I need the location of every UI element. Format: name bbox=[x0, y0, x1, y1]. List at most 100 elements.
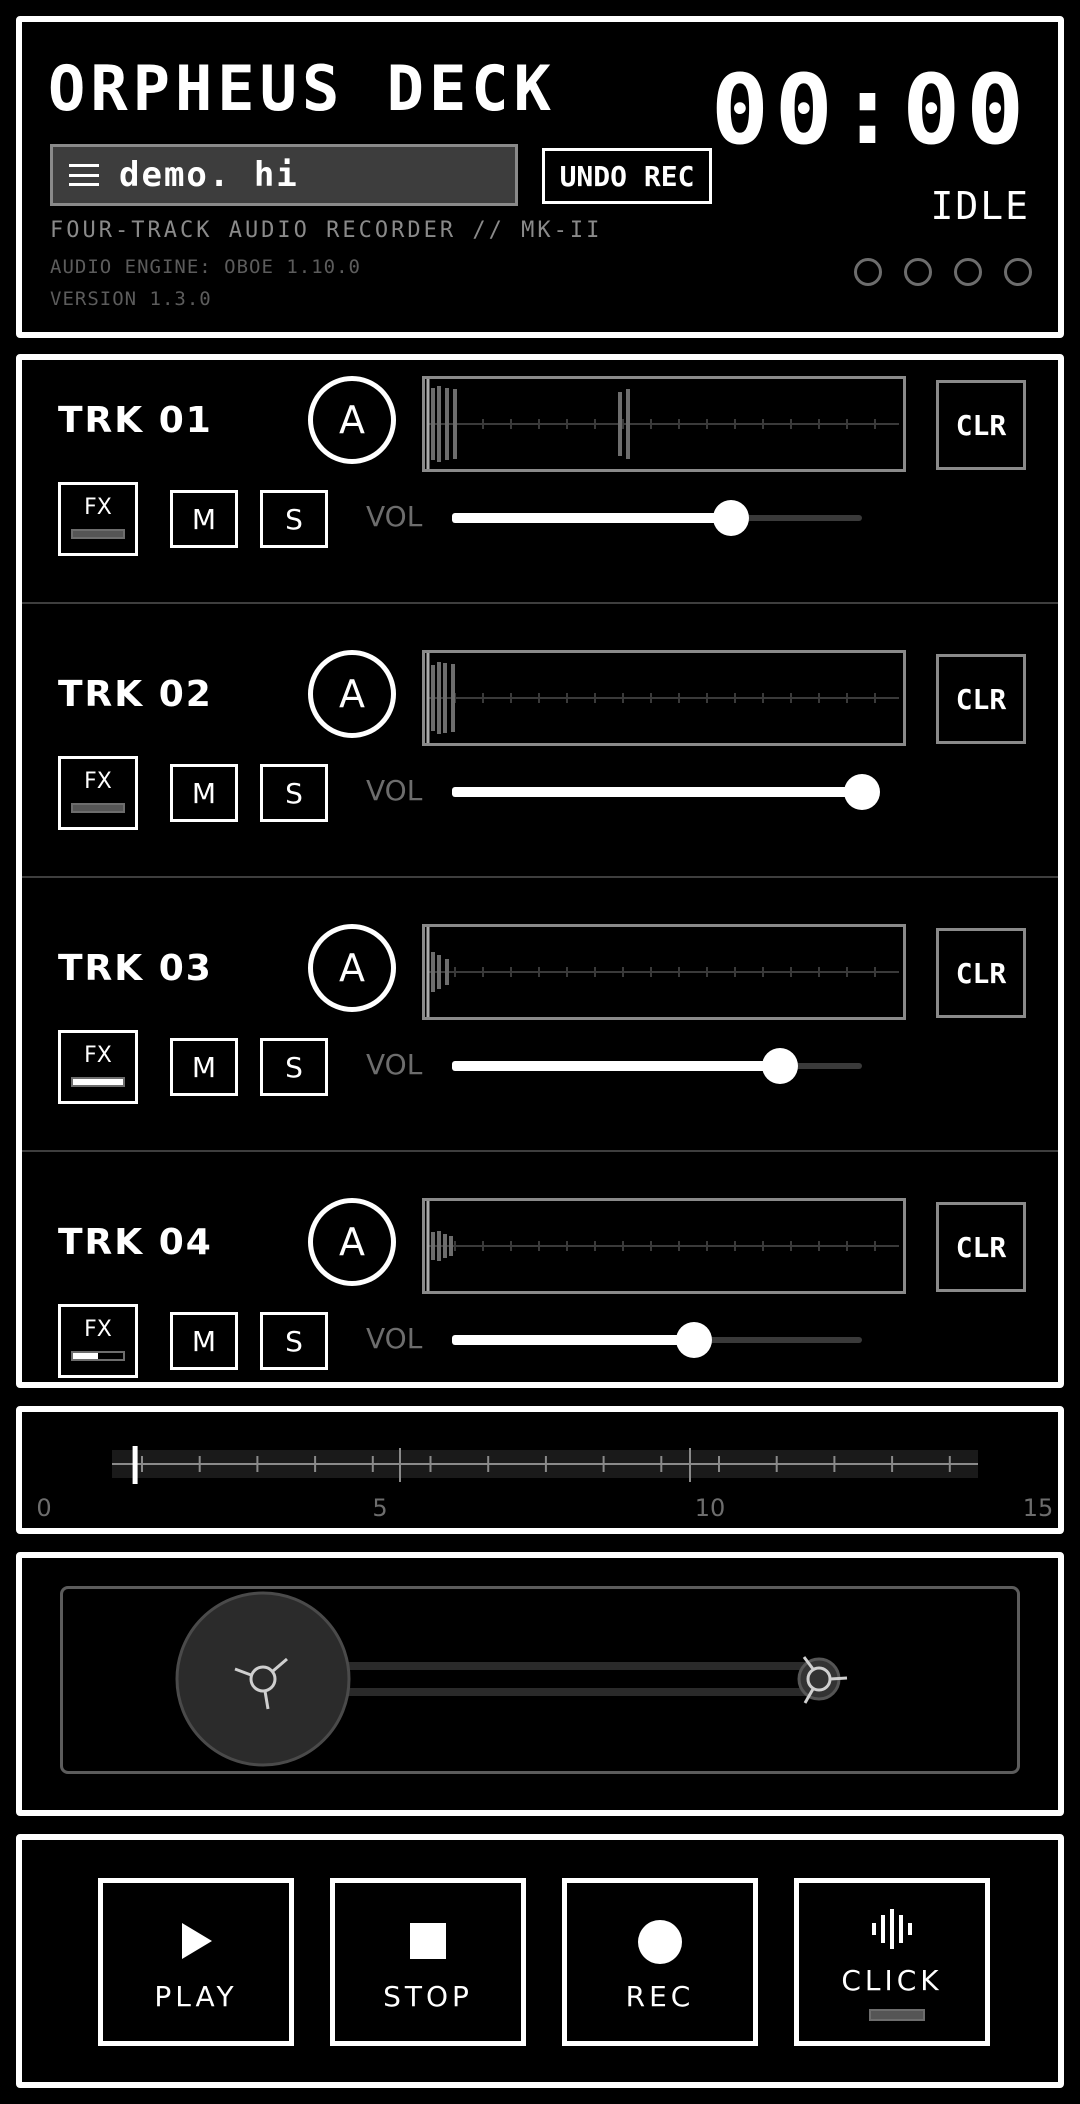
volume-slider[interactable] bbox=[452, 774, 880, 810]
app-subtitle: FOUR-TRACK AUDIO RECORDER // MK-II bbox=[50, 218, 603, 243]
waveform-display[interactable] bbox=[422, 376, 906, 472]
fx-level-bar bbox=[71, 1351, 125, 1361]
solo-button[interactable]: S bbox=[260, 764, 328, 822]
track-indicators bbox=[854, 258, 1032, 286]
track-name: TRK 01 bbox=[58, 400, 213, 441]
volume-knob[interactable] bbox=[675, 1322, 712, 1358]
track-row: TRK 01 A CLR FX M S VOL bbox=[22, 360, 1058, 634]
fx-button[interactable]: FX bbox=[58, 1030, 138, 1104]
clear-button[interactable]: CLR bbox=[936, 928, 1026, 1018]
fx-label: FX bbox=[84, 1043, 112, 1068]
solo-button[interactable]: S bbox=[260, 1312, 328, 1370]
waveform-display[interactable] bbox=[422, 650, 906, 746]
fx-label: FX bbox=[84, 495, 112, 520]
timeline-tick-label: 0 bbox=[36, 1494, 51, 1522]
solo-button[interactable]: S bbox=[260, 1038, 328, 1096]
track-indicator-dot bbox=[954, 258, 982, 286]
tape-reels-display bbox=[60, 1586, 1020, 1774]
arm-button[interactable]: A bbox=[308, 376, 396, 464]
solo-button[interactable]: S bbox=[260, 490, 328, 548]
play-button[interactable]: PLAY bbox=[98, 1878, 294, 2046]
waveform bbox=[426, 653, 899, 743]
timeline-tick-label: 15 bbox=[1023, 1494, 1054, 1522]
track-name: TRK 03 bbox=[58, 948, 213, 989]
click-label: CLICK bbox=[841, 1964, 943, 1997]
waveform-display[interactable] bbox=[422, 1198, 906, 1294]
volume-fill bbox=[452, 1335, 694, 1345]
fx-button[interactable]: FX bbox=[58, 756, 138, 830]
track-name: TRK 02 bbox=[58, 674, 213, 715]
fx-level-bar bbox=[71, 529, 125, 539]
clear-button[interactable]: CLR bbox=[936, 380, 1026, 470]
fx-button[interactable]: FX bbox=[58, 1304, 138, 1378]
click-button[interactable]: CLICK bbox=[794, 1878, 990, 2046]
waveform bbox=[426, 1201, 899, 1291]
header-panel: ORPHEUS DECK demo. hi UNDO REC FOUR-TRAC… bbox=[16, 16, 1064, 338]
rec-button[interactable]: REC bbox=[562, 1878, 758, 2046]
transport-panel: PLAY STOP REC CLICK bbox=[16, 1834, 1064, 2088]
timeline-panel[interactable]: 0 5 10 15 bbox=[16, 1406, 1064, 1534]
mute-button[interactable]: M bbox=[170, 1312, 238, 1370]
fx-label: FX bbox=[84, 769, 112, 794]
track-indicator-dot bbox=[904, 258, 932, 286]
clear-button[interactable]: CLR bbox=[936, 1202, 1026, 1292]
volume-label: VOL bbox=[366, 1322, 423, 1355]
track-row: TRK 03 A CLR FX M S VOL bbox=[22, 908, 1058, 1182]
fx-button[interactable]: FX bbox=[58, 482, 138, 556]
tape-reels-panel bbox=[16, 1552, 1064, 1816]
track-indicator-dot bbox=[854, 258, 882, 286]
fx-level-fill bbox=[73, 1353, 98, 1359]
file-selector[interactable]: demo. hi bbox=[50, 144, 518, 206]
status-label: IDLE bbox=[930, 184, 1030, 228]
clear-button[interactable]: CLR bbox=[936, 654, 1026, 744]
volume-fill bbox=[452, 1061, 780, 1071]
volume-fill bbox=[452, 787, 862, 797]
volume-label: VOL bbox=[366, 774, 423, 807]
volume-fill bbox=[452, 513, 731, 523]
volume-slider[interactable] bbox=[452, 1322, 862, 1358]
engine-info: AUDIO ENGINE: OBOE 1.10.0 bbox=[50, 256, 361, 278]
timeline-tick-label: 5 bbox=[372, 1494, 387, 1522]
volume-knob[interactable] bbox=[712, 500, 749, 536]
waveform-display[interactable] bbox=[422, 924, 906, 1020]
timeline-ruler[interactable]: 0 5 10 15 bbox=[22, 1412, 1058, 1528]
stop-label: STOP bbox=[383, 1980, 473, 2013]
fx-level-bar bbox=[71, 803, 125, 813]
arm-button[interactable]: A bbox=[308, 1198, 396, 1286]
stop-button[interactable]: STOP bbox=[330, 1878, 526, 2046]
mute-button[interactable]: M bbox=[170, 764, 238, 822]
waveform bbox=[426, 927, 899, 1017]
fx-level-fill bbox=[73, 1079, 123, 1085]
mute-button[interactable]: M bbox=[170, 1038, 238, 1096]
version-info: VERSION 1.3.0 bbox=[50, 288, 212, 310]
timeline-tick-label: 10 bbox=[695, 1494, 726, 1522]
supply-reel[interactable] bbox=[175, 1591, 351, 1767]
track-indicator-dot bbox=[1004, 258, 1032, 286]
rec-label: REC bbox=[625, 1980, 695, 2013]
track-divider bbox=[22, 876, 1058, 878]
volume-label: VOL bbox=[366, 1048, 423, 1081]
tape-reels-graphic bbox=[175, 1591, 848, 1767]
play-label: PLAY bbox=[154, 1980, 238, 2013]
track-name: TRK 04 bbox=[58, 1222, 213, 1263]
menu-icon[interactable] bbox=[69, 164, 99, 186]
fx-level-bar bbox=[71, 1077, 125, 1087]
mute-button[interactable]: M bbox=[170, 490, 238, 548]
tracks-panel: TRK 01 A CLR FX M S VOL TRK 02 A CLR FX … bbox=[16, 354, 1064, 1388]
volume-slider[interactable] bbox=[452, 500, 862, 536]
time-counter: 00:00 bbox=[711, 54, 1030, 166]
arm-button[interactable]: A bbox=[308, 650, 396, 738]
track-divider bbox=[22, 602, 1058, 604]
volume-label: VOL bbox=[366, 500, 423, 533]
track-row: TRK 04 A CLR FX M S VOL bbox=[22, 1182, 1058, 1382]
track-divider bbox=[22, 1150, 1058, 1152]
fx-label: FX bbox=[84, 1317, 112, 1342]
volume-knob[interactable] bbox=[762, 1048, 798, 1084]
arm-button[interactable]: A bbox=[308, 924, 396, 1012]
volume-slider[interactable] bbox=[452, 1048, 862, 1084]
click-indicator bbox=[869, 2009, 925, 2021]
waveform bbox=[426, 379, 899, 469]
undo-rec-button[interactable]: UNDO REC bbox=[542, 148, 712, 204]
volume-knob[interactable] bbox=[844, 774, 880, 810]
app-title: ORPHEUS DECK bbox=[48, 52, 556, 125]
